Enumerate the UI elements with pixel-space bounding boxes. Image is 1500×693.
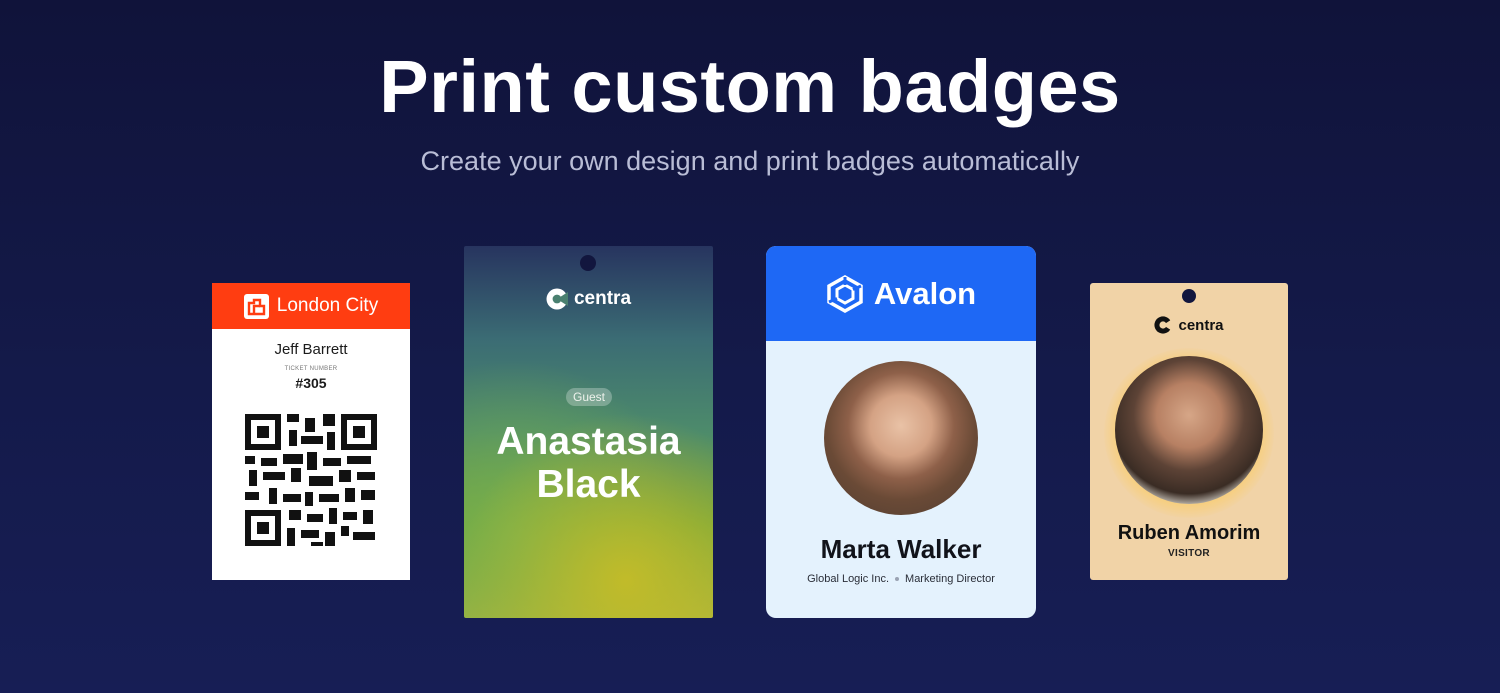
page-title: Print custom badges	[379, 45, 1121, 128]
avalon-logo-icon	[827, 274, 863, 313]
attendee-meta: Global Logic Inc. Marketing Director	[766, 573, 1036, 585]
attendee-last-name: Black	[536, 463, 641, 506]
attendee-name: Ruben Amorim	[1117, 522, 1261, 544]
portrait-photo	[1115, 356, 1263, 504]
badge-centra-guest: centra Guest Anastasia Black	[464, 246, 713, 618]
attendee-name: Marta Walker	[820, 534, 982, 564]
attendee-name: Jeff Barrett	[274, 341, 348, 358]
attendee-job-title: Marketing Director	[905, 573, 995, 585]
guest-tag: Guest	[566, 388, 613, 406]
lanyard-hole	[580, 255, 596, 271]
london-city-logo-icon	[243, 293, 269, 319]
attendee-name: Anastasia Black	[464, 420, 713, 506]
qr-code-icon	[245, 414, 377, 546]
attendee-company: Global Logic Inc.	[807, 573, 890, 585]
page-subtitle: Create your own design and print badges …	[420, 146, 1080, 176]
ticket-number: #305	[295, 375, 327, 391]
badge-brand: Avalon	[873, 275, 977, 311]
badge-brand: centra	[573, 288, 632, 309]
centra-logo-icon	[546, 288, 568, 310]
badge-header: London City	[212, 283, 410, 329]
separator-dot	[895, 577, 900, 582]
badge-brand: centra	[1178, 316, 1224, 334]
ticket-label: TICKET NUMBER	[284, 366, 338, 372]
portrait-photo	[824, 361, 978, 515]
attendee-role: VISITOR	[1168, 548, 1210, 559]
lanyard-hole	[1182, 289, 1196, 303]
badge-brand: London City	[276, 295, 379, 316]
badge-avalon: Avalon Marta Walker Global Logic Inc. Mar…	[766, 246, 1036, 618]
centra-logo-icon	[1154, 316, 1173, 334]
badge-header: Avalon	[766, 246, 1036, 341]
badge-brand-row: centra	[464, 288, 713, 310]
badge-london-city: London City Jeff Barrett TICKET NUMBER #…	[212, 283, 410, 580]
badge-brand-row: centra	[1090, 316, 1288, 334]
badge-centra-visitor: centra Ruben Amorim VISITOR	[1090, 283, 1288, 580]
attendee-first-name: Anastasia	[496, 420, 681, 463]
